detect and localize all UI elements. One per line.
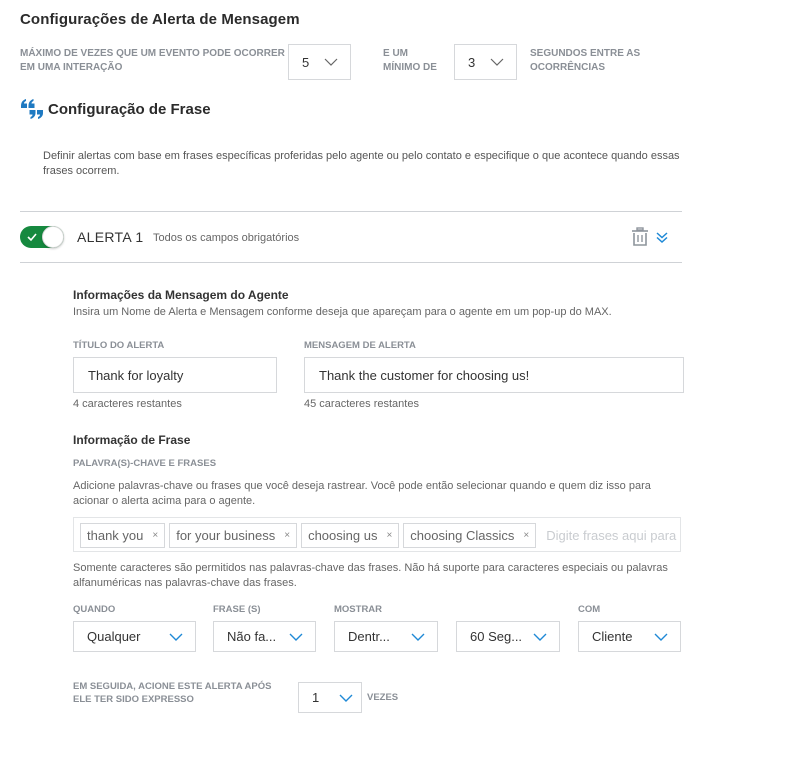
alert-name: ALERTA 1 <box>77 229 144 245</box>
alert-title-input[interactable]: Thank for loyalty <box>73 357 277 393</box>
toggle-knob <box>42 226 64 248</box>
alert-enable-toggle[interactable] <box>20 226 64 248</box>
tag-label: thank you <box>87 528 144 543</box>
alert-title-label: TÍTULO DO ALERTA <box>73 340 165 351</box>
trigger-count-select[interactable]: 1 <box>298 682 362 713</box>
trigger-label-line1: EM SEGUIDA, ACIONE ESTE ALERTA APÓS <box>73 681 272 692</box>
agent-message-title: Informações da Mensagem do Agente <box>73 288 289 302</box>
quote-icon <box>21 99 43 119</box>
keyword-tag: thank you × <box>80 523 166 548</box>
alert-title-remaining: 4 caracteres restantes <box>73 398 182 410</box>
seconds-between-label-line2: OCORRÊNCIAS <box>530 62 606 73</box>
when-select[interactable]: Qualquer <box>73 621 196 652</box>
chevron-down-icon <box>339 691 353 705</box>
chevron-down-icon <box>169 630 183 644</box>
min-seconds-select[interactable]: 3 <box>454 44 517 80</box>
divider <box>20 211 682 212</box>
max-occurrences-label-line1: MÁXIMO DE VEZES QUE UM EVENTO PODE OCORR… <box>20 48 285 59</box>
tag-label: choosing us <box>308 528 378 543</box>
max-occurrences-select[interactable]: 5 <box>288 44 351 80</box>
keywords-note: Somente caracteres são permitidos nas pa… <box>73 562 668 589</box>
phrase-info-title: Informação de Frase <box>73 433 191 447</box>
seconds-between-label-line1: SEGUNDOS ENTRE AS <box>530 48 641 59</box>
min-seconds-label-line1: E UM <box>383 48 408 59</box>
min-seconds-label: E UM MÍNIMO DE <box>383 47 437 75</box>
tag-list: thank you × for your business × choosing… <box>80 523 680 548</box>
chevron-double-down-icon[interactable] <box>655 231 669 244</box>
chevron-down-icon <box>533 630 547 644</box>
when-label: QUANDO <box>73 604 116 615</box>
alert-message-label: MENSAGEM DE ALERTA <box>304 340 416 351</box>
divider <box>20 262 682 263</box>
trigger-label-line2: ELE TER SIDO EXPRESSO <box>73 694 194 705</box>
phrase-section-description: Definir alertas com base em frases espec… <box>43 150 680 177</box>
remove-tag-icon[interactable]: × <box>152 530 158 541</box>
chevron-down-icon <box>411 630 425 644</box>
times-label: VEZES <box>367 692 399 703</box>
time-value: 60 Seg... <box>470 629 523 644</box>
keywords-label: PALAVRA(S)-CHAVE E FRASES <box>73 458 217 469</box>
max-occurrences-label-line2: EM UMA INTERAÇÃO <box>20 62 123 73</box>
trigger-label: EM SEGUIDA, ACIONE ESTE ALERTA APÓS ELE … <box>73 680 271 706</box>
max-occurrences-value: 5 <box>302 54 310 70</box>
remove-tag-icon[interactable]: × <box>386 530 392 541</box>
agent-message-description: Insira um Nome de Alerta e Mensagem conf… <box>73 306 612 318</box>
alert-message-remaining: 45 caracteres restantes <box>304 398 419 410</box>
chevron-down-icon <box>324 55 338 69</box>
chevron-down-icon <box>289 630 303 644</box>
keywords-tag-input[interactable]: thank you × for your business × choosing… <box>73 517 681 552</box>
max-occurrences-label: MÁXIMO DE VEZES QUE UM EVENTO PODE OCORR… <box>20 47 285 75</box>
seconds-between-label: SEGUNDOS ENTRE AS OCORRÊNCIAS <box>530 47 640 75</box>
phrase-select[interactable]: Não fa... <box>213 621 316 652</box>
keywords-description: Adicione palavras-chave ou frases que vo… <box>73 480 651 507</box>
keyword-tag: for your business × <box>169 523 298 548</box>
chevron-down-icon <box>490 55 504 69</box>
phrase-label: FRASE (S) <box>213 604 261 615</box>
chevron-down-icon <box>654 630 668 644</box>
phrase-section-title: Configuração de Frase <box>48 100 211 118</box>
with-label: COM <box>578 604 601 615</box>
required-fields-note: Todos os campos obrigatórios <box>153 232 300 244</box>
tag-label: choosing Classics <box>410 528 515 543</box>
phrase-section-header: Configuração de Frase <box>20 98 211 120</box>
page-title: Configurações de Alerta de Mensagem <box>20 11 300 28</box>
tag-input-placeholder[interactable]: Digite frases aqui para a <box>540 523 680 548</box>
trash-icon[interactable] <box>631 227 649 247</box>
tag-label: for your business <box>176 528 276 543</box>
phrase-value: Não fa... <box>227 629 277 644</box>
show-label: MOSTRAR <box>334 604 383 615</box>
checkmark-icon <box>27 233 37 242</box>
remove-tag-icon[interactable]: × <box>284 530 290 541</box>
keyword-tag: choosing us × <box>301 523 400 548</box>
keyword-tag: choosing Classics × <box>403 523 537 548</box>
alert-message-input[interactable]: Thank the customer for choosing us! <box>304 357 684 393</box>
remove-tag-icon[interactable]: × <box>523 530 529 541</box>
min-seconds-value: 3 <box>468 54 476 70</box>
time-select[interactable]: 60 Seg... <box>456 621 560 652</box>
min-seconds-label-line2: MÍNIMO DE <box>383 62 437 73</box>
when-value: Qualquer <box>87 629 141 644</box>
with-select[interactable]: Cliente <box>578 621 681 652</box>
show-value: Dentr... <box>348 629 390 644</box>
show-select[interactable]: Dentr... <box>334 621 438 652</box>
trigger-count-value: 1 <box>312 690 320 705</box>
with-value: Cliente <box>592 629 633 644</box>
